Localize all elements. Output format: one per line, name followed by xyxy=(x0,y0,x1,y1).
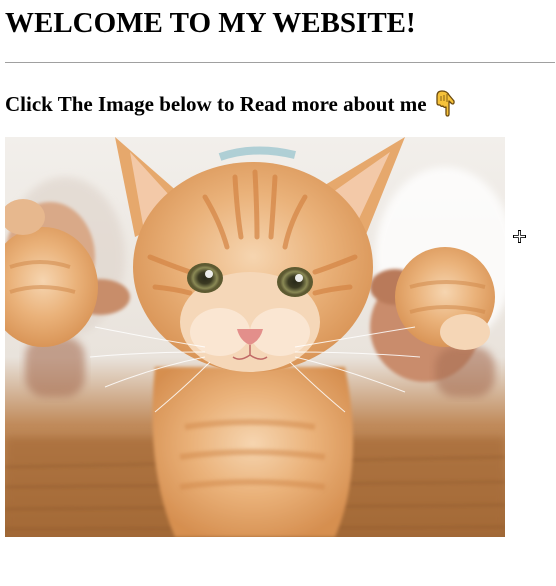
page-subtitle: Click The Image below to Read more about… xyxy=(5,90,456,117)
subtitle-text: Click The Image below to Read more about… xyxy=(5,92,427,116)
kitten-photo[interactable] xyxy=(5,137,505,537)
crosshair-cursor-icon xyxy=(513,230,526,243)
pointing-down-hand-icon xyxy=(434,90,456,117)
divider xyxy=(5,62,555,63)
kitten-image-link[interactable] xyxy=(5,137,505,537)
page-title: WELCOME TO MY WEBSITE! xyxy=(5,7,416,39)
